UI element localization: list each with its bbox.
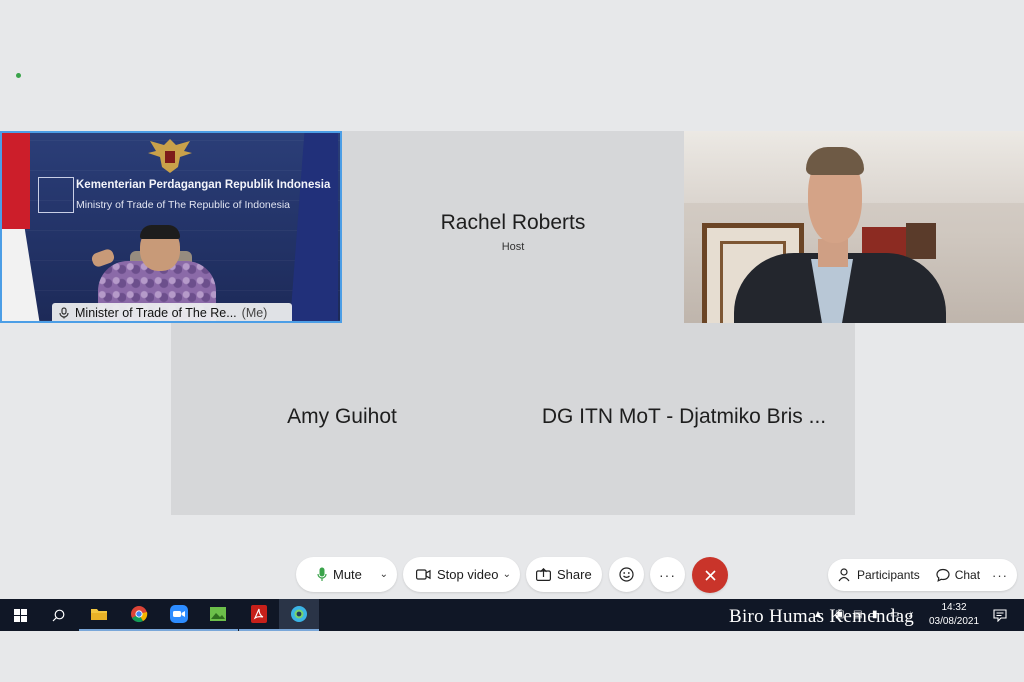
chevron-down-icon[interactable]: ⌄ xyxy=(380,569,388,580)
garuda-emblem-icon xyxy=(148,139,192,173)
bottom-margin xyxy=(0,631,1024,682)
notification-icon xyxy=(993,608,1007,622)
share-label: Share xyxy=(557,567,592,582)
stop-video-button[interactable]: Stop video ⌄ xyxy=(403,557,520,592)
chrome-icon xyxy=(131,606,148,623)
connection-status-dot xyxy=(16,73,21,78)
participants-button[interactable]: Participants xyxy=(838,568,920,582)
chat-label: Chat xyxy=(954,568,981,582)
chat-button[interactable]: Chat xyxy=(936,568,980,582)
leave-meeting-button[interactable] xyxy=(692,557,728,593)
smiley-icon xyxy=(619,567,634,582)
mute-label: Mute xyxy=(333,567,362,582)
share-button[interactable]: Share xyxy=(526,557,602,592)
share-screen-icon xyxy=(536,568,551,581)
participants-label: Participants xyxy=(857,568,920,582)
windows-logo-icon xyxy=(13,608,27,622)
banner-title: Kementerian Perdagangan Republik Indones… xyxy=(76,179,331,191)
video-tile-remote-participant[interactable] xyxy=(684,131,1024,323)
watermark-text: Biro Humas Kemendag xyxy=(729,606,915,627)
folder-icon xyxy=(91,609,107,620)
stop-video-label: Stop video xyxy=(437,567,499,582)
video-camera-icon xyxy=(416,569,431,580)
taskbar-file-explorer[interactable] xyxy=(79,599,119,631)
taskbar-clock[interactable]: 14:32 03/08/2021 xyxy=(924,601,984,629)
search-button[interactable] xyxy=(38,599,78,631)
clock-date: 03/08/2021 xyxy=(928,616,980,627)
participant-name: Rachel Roberts xyxy=(440,211,586,234)
participant-hair xyxy=(806,147,864,175)
video-tile-rachel-roberts[interactable]: Rachel Roberts Host xyxy=(342,131,684,323)
video-tile-dg-itn-mot[interactable]: DG ITN MoT - Djatmiko Bris ... xyxy=(513,323,855,515)
notifications-button[interactable] xyxy=(980,599,1020,631)
microphone-icon xyxy=(317,567,327,581)
taskbar-chrome[interactable] xyxy=(119,599,159,631)
more-icon[interactable]: ··· xyxy=(992,568,1008,583)
video-tile-amy-guihot[interactable]: Amy Guihot xyxy=(171,323,513,515)
image-app-icon xyxy=(210,607,226,621)
clock-time: 14:32 xyxy=(941,602,967,613)
flag-indonesia xyxy=(2,133,30,229)
search-icon xyxy=(52,609,64,621)
panel-toolbar: Participants Chat ··· xyxy=(828,559,1017,591)
me-tag: (Me) xyxy=(241,306,268,320)
speaker-hair xyxy=(140,225,180,239)
banner-subtitle: Ministry of Trade of The Republic of Ind… xyxy=(76,199,291,211)
reactions-button[interactable] xyxy=(609,557,644,592)
mute-button[interactable]: Mute ⌄ xyxy=(296,557,397,592)
more-icon: ··· xyxy=(659,566,676,583)
ministry-logo xyxy=(38,177,74,213)
pdf-icon xyxy=(251,605,267,623)
self-name-label: Minister of Trade of The Re... (Me) xyxy=(52,303,292,321)
chevron-down-icon[interactable]: ⌄ xyxy=(503,569,511,580)
participant-neck xyxy=(818,239,848,267)
participant-name: DG ITN MoT - Djatmiko Bris ... xyxy=(541,405,827,428)
chat-bubble-icon xyxy=(936,568,950,582)
taskbar-image-app[interactable] xyxy=(198,599,238,631)
taskbar-zoom[interactable] xyxy=(159,599,199,631)
more-options-button[interactable]: ··· xyxy=(650,557,685,592)
taskbar-webex[interactable] xyxy=(279,599,319,631)
close-icon xyxy=(704,569,716,581)
host-badge: Host xyxy=(501,241,525,253)
taskbar-acrobat[interactable] xyxy=(239,599,279,631)
person-icon xyxy=(838,568,850,582)
zoom-app-icon xyxy=(170,605,188,623)
self-name: Minister of Trade of The Re... xyxy=(75,306,237,320)
wall-painting-frame xyxy=(906,223,936,259)
video-tile-self[interactable]: Kementerian Perdagangan Republik Indones… xyxy=(0,131,342,323)
webex-icon xyxy=(291,606,307,622)
windows-start-button[interactable] xyxy=(0,599,40,631)
mic-muted-icon xyxy=(59,307,69,319)
participant-name: Amy Guihot xyxy=(287,405,397,428)
